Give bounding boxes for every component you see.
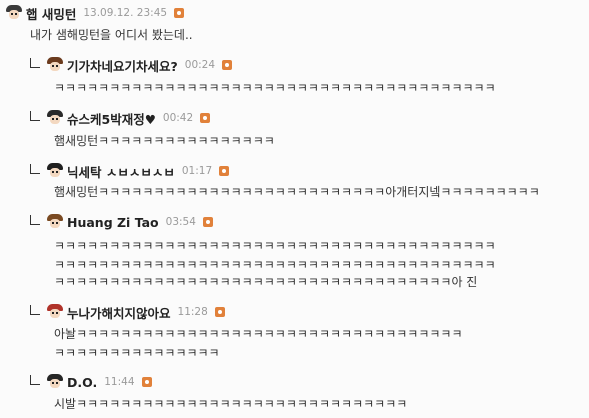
reply-time: 03:54 xyxy=(165,216,196,228)
reply-line: ㅋㅋㅋㅋㅋㅋㅋㅋㅋㅋㅋㅋㅋㅋㅋㅋㅋㅋㅋㅋㅋㅋㅋㅋㅋㅋㅋㅋㅋㅋㅋㅋㅋㅋㅋㅋㅋㅋㅋㅋ xyxy=(54,239,496,253)
reply-line: 햄새밍턴ㅋㅋㅋㅋㅋㅋㅋㅋㅋㅋㅋㅋㅋㅋㅋㅋ xyxy=(54,134,275,148)
rss-icon[interactable] xyxy=(202,217,213,227)
avatar-icon[interactable] xyxy=(47,304,63,320)
reply-arrow-icon xyxy=(30,375,40,385)
reply-time: 01:17 xyxy=(181,165,213,177)
reply-header: 누나가해치지않아요 11:28 xyxy=(30,303,225,321)
reply-time: 00:42 xyxy=(162,112,194,124)
avatar-icon[interactable] xyxy=(47,214,63,230)
rss-icon[interactable] xyxy=(214,307,225,317)
reply-line: ㅋㅋㅋㅋㅋㅋㅋㅋㅋㅋㅋㅋㅋㅋㅋㅋㅋㅋㅋㅋㅋㅋㅋㅋㅋㅋㅋㅋㅋㅋㅋㅋㅋㅋㅋㅋ아 진 xyxy=(54,275,478,289)
post-text: 내가 샘해밍턴을 어디서 봤는데.. xyxy=(30,28,193,42)
rss-icon[interactable] xyxy=(219,166,230,176)
avatar-icon[interactable] xyxy=(47,374,63,390)
reply-line: 시발ㅋㅋㅋㅋㅋㅋㅋㅋㅋㅋㅋㅋㅋㅋㅋㅋㅋㅋㅋㅋㅋㅋㅋㅋㅋㅋㅋㅋㅋㅋ xyxy=(54,397,408,411)
reply-line: 아놜ㅋㅋㅋㅋㅋㅋㅋㅋㅋㅋㅋㅋㅋㅋㅋㅋㅋㅋㅋㅋㅋㅋㅋㅋㅋㅋㅋㅋㅋㅋㅋㅋㅋㅋㅋ xyxy=(54,327,463,341)
reply-time: 11:28 xyxy=(177,306,208,318)
avatar-icon[interactable] xyxy=(47,110,63,126)
rss-icon[interactable] xyxy=(174,8,185,18)
reply-author[interactable]: 기가차네요기차세요? xyxy=(67,56,178,75)
reply-arrow-icon xyxy=(30,164,40,174)
reply-arrow-icon xyxy=(30,111,40,121)
reply-header: 슈스케5박재정♥ 00:42 xyxy=(30,109,211,128)
reply-arrow-icon xyxy=(30,305,40,315)
reply-time: 11:44 xyxy=(104,376,135,388)
avatar-icon[interactable] xyxy=(6,5,22,21)
reply-author[interactable]: 누나가해치지않아요 xyxy=(67,303,171,322)
avatar-icon[interactable] xyxy=(47,163,63,179)
reply-arrow-icon xyxy=(30,215,40,225)
reply-time: 00:24 xyxy=(184,59,216,71)
reply-author[interactable]: Huang Zi Tao xyxy=(67,215,159,230)
rss-icon[interactable] xyxy=(222,60,233,70)
reply-header: 닉세탁 ㅅㅂㅅㅂㅅㅂ 01:17 xyxy=(30,162,230,181)
post-header: 햅 새밍턴 13.09.12. 23:45 xyxy=(6,4,185,23)
reply-line: ㅋㅋㅋㅋㅋㅋㅋㅋㅋㅋㅋㅋㅋㅋㅋㅋㅋㅋㅋㅋㅋㅋㅋㅋㅋㅋㅋㅋㅋㅋㅋㅋㅋㅋㅋㅋㅋㅋㅋㅋ xyxy=(54,81,496,95)
reply-author[interactable]: 슈스케5박재정♥ xyxy=(67,109,156,128)
post-author[interactable]: 햅 새밍턴 xyxy=(26,4,76,23)
reply-author[interactable]: D.O. xyxy=(67,375,97,390)
post-time: 13.09.12. 23:45 xyxy=(83,7,168,19)
reply-header: Huang Zi Tao 03:54 xyxy=(30,213,213,231)
reply-line: 햄새밍턴ㅋㅋㅋㅋㅋㅋㅋㅋㅋㅋㅋㅋㅋㅋㅋㅋㅋㅋㅋㅋㅋㅋㅋㅋㅋㅋ아개터지넼ㅋㅋㅋㅋㅋ… xyxy=(54,185,540,199)
rss-icon[interactable] xyxy=(200,113,211,123)
reply-author[interactable]: 닉세탁 ㅅㅂㅅㅂㅅㅂ xyxy=(67,162,175,181)
reply-header: D.O. 11:44 xyxy=(30,373,152,391)
rss-icon[interactable] xyxy=(141,377,152,387)
avatar-icon[interactable] xyxy=(47,57,63,73)
reply-header: 기가차네요기차세요? 00:24 xyxy=(30,56,233,75)
reply-line: ㅋㅋㅋㅋㅋㅋㅋㅋㅋㅋㅋㅋㅋㅋㅋ xyxy=(54,346,220,360)
reply-arrow-icon xyxy=(30,58,40,68)
